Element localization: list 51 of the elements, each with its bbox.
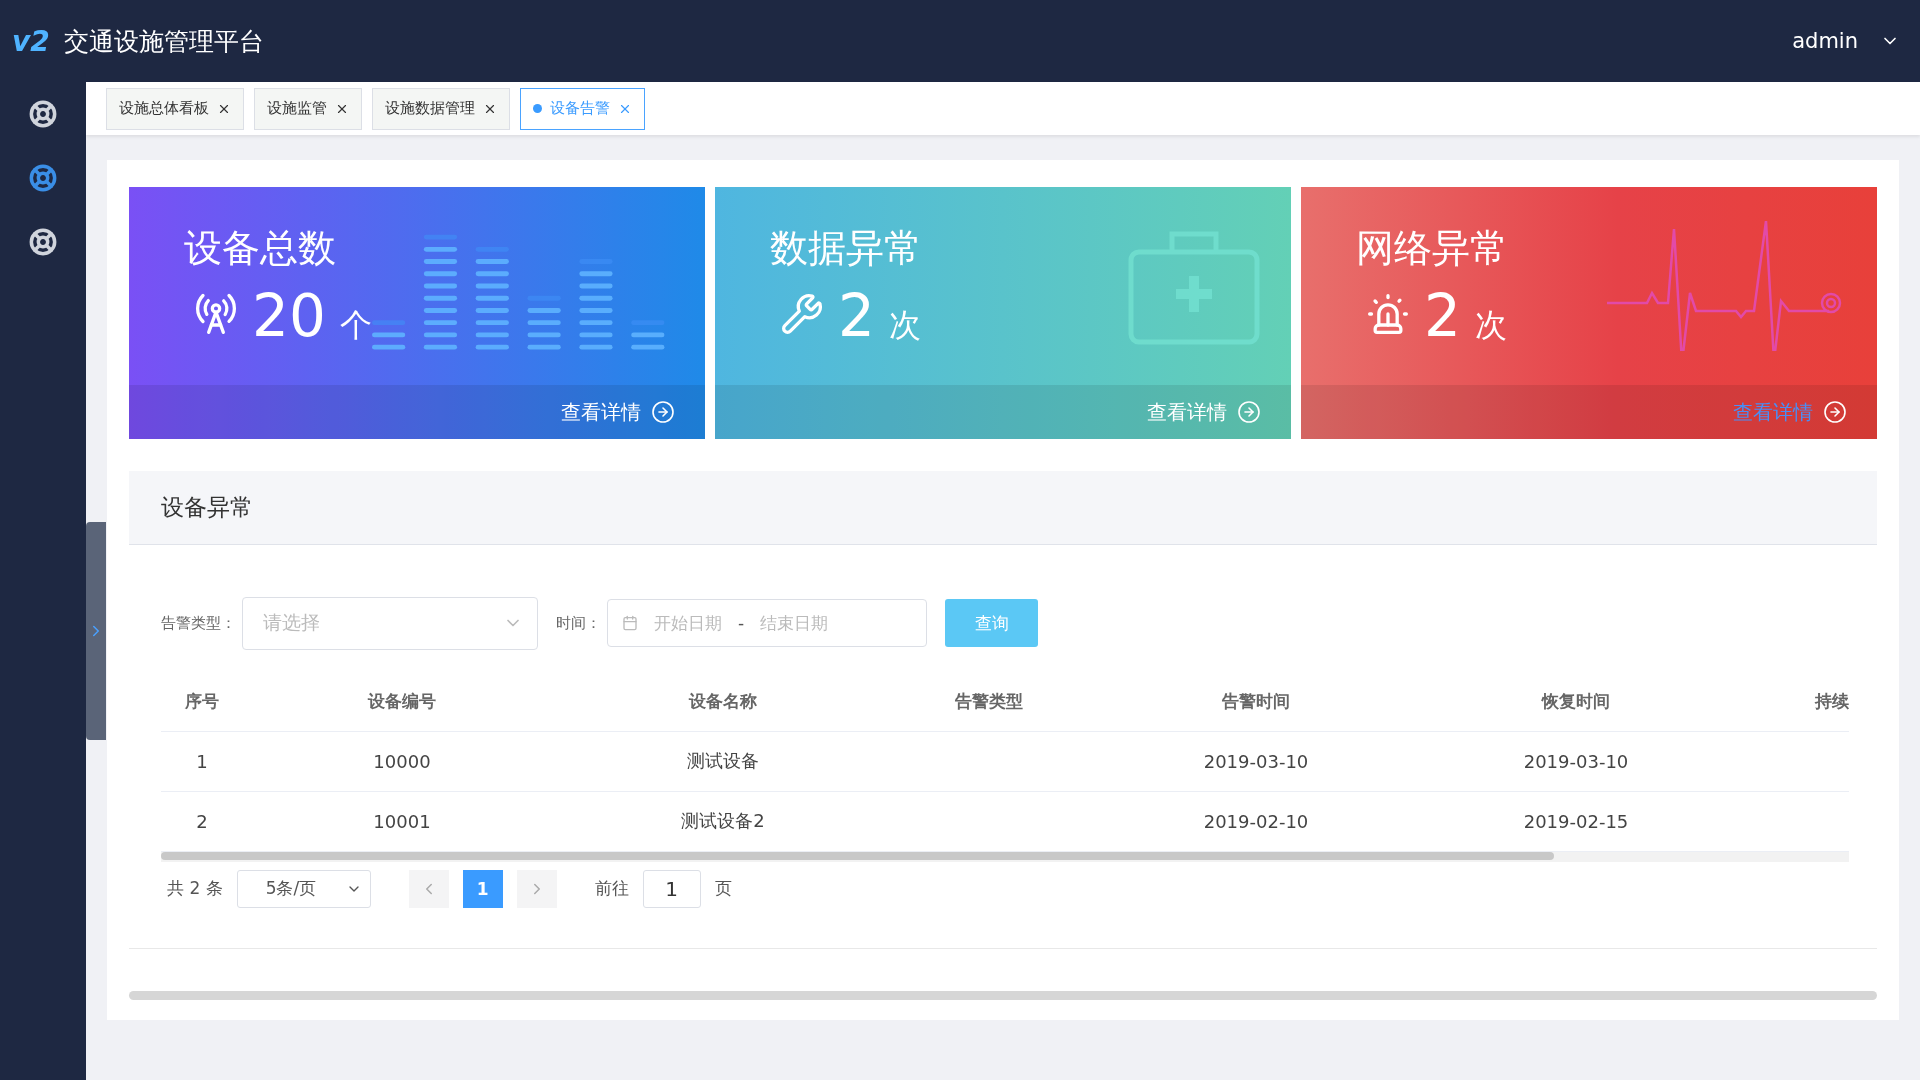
card-value: 2 <box>1424 281 1461 350</box>
filter-label: 时间： <box>556 613 601 633</box>
section-title: 设备异常 <box>129 471 1877 545</box>
active-dot-icon <box>533 104 542 113</box>
card-title: 设备总数 <box>184 224 337 272</box>
card-unit: 个 <box>339 304 372 346</box>
table-cell: 10001 <box>373 810 431 832</box>
filter-label: 告警类型： <box>161 613 236 633</box>
tab[interactable]: 设施数据管理 <box>372 87 510 130</box>
column-header: 设备编号 <box>366 689 437 713</box>
total-count: 共 2 条 <box>167 877 223 901</box>
table-cell: 2019-02-10 <box>1203 810 1309 832</box>
page-suffix: 页 <box>714 877 732 901</box>
logo: v2 <box>12 24 50 58</box>
goto-label: 前往 <box>594 877 629 901</box>
details-link[interactable]: 查看详情 <box>561 398 675 426</box>
column-header: 持续 <box>1813 689 1849 713</box>
column-header: 序号 <box>184 689 220 713</box>
page-size-select[interactable]: 5条/页 <box>236 869 371 908</box>
sidebar-item[interactable] <box>29 164 57 192</box>
table-cell: 2019-03-10 <box>1523 750 1629 772</box>
card-value: 20 <box>252 281 326 350</box>
user-menu[interactable]: admin <box>1792 29 1858 53</box>
table-cell: 1 <box>196 750 208 772</box>
table-cell: 2019-02-15 <box>1523 810 1629 832</box>
page-input[interactable]: 1 <box>642 869 701 908</box>
column-header: 恢复时间 <box>1540 689 1611 713</box>
card-unit: 次 <box>888 304 921 346</box>
app-title: 交通设施管理平台 <box>63 25 264 58</box>
scrollbar-thumb[interactable] <box>161 851 1554 860</box>
calendar-icon <box>622 615 638 632</box>
sidebar-toggle[interactable] <box>86 522 106 740</box>
table-cell: 10000 <box>373 750 431 772</box>
table-cell: 2 <box>196 810 208 832</box>
card-title: 数据异常 <box>770 224 922 272</box>
column-header: 设备名称 <box>687 689 758 713</box>
date-range-field[interactable]: 开始日期 - 结束日期 <box>607 599 927 648</box>
card-title: 网络异常 <box>1356 224 1508 272</box>
antenna-icon <box>194 291 238 336</box>
card-unit: 次 <box>1474 304 1507 346</box>
column-header: 告警类型 <box>954 689 1024 713</box>
tab[interactable]: 设施总体看板 <box>106 87 244 130</box>
table-cell: 测试设备2 <box>681 810 765 832</box>
table-cell: 测试设备 <box>687 750 759 772</box>
card-value: 2 <box>838 281 875 350</box>
column-header: 告警时间 <box>1221 689 1291 713</box>
tab[interactable]: 设施监管 <box>254 87 362 130</box>
wrench-icon <box>780 291 824 336</box>
table-cell: 2019-03-10 <box>1203 750 1309 772</box>
scrollbar[interactable] <box>129 990 1877 1000</box>
siren-icon <box>1366 291 1410 336</box>
